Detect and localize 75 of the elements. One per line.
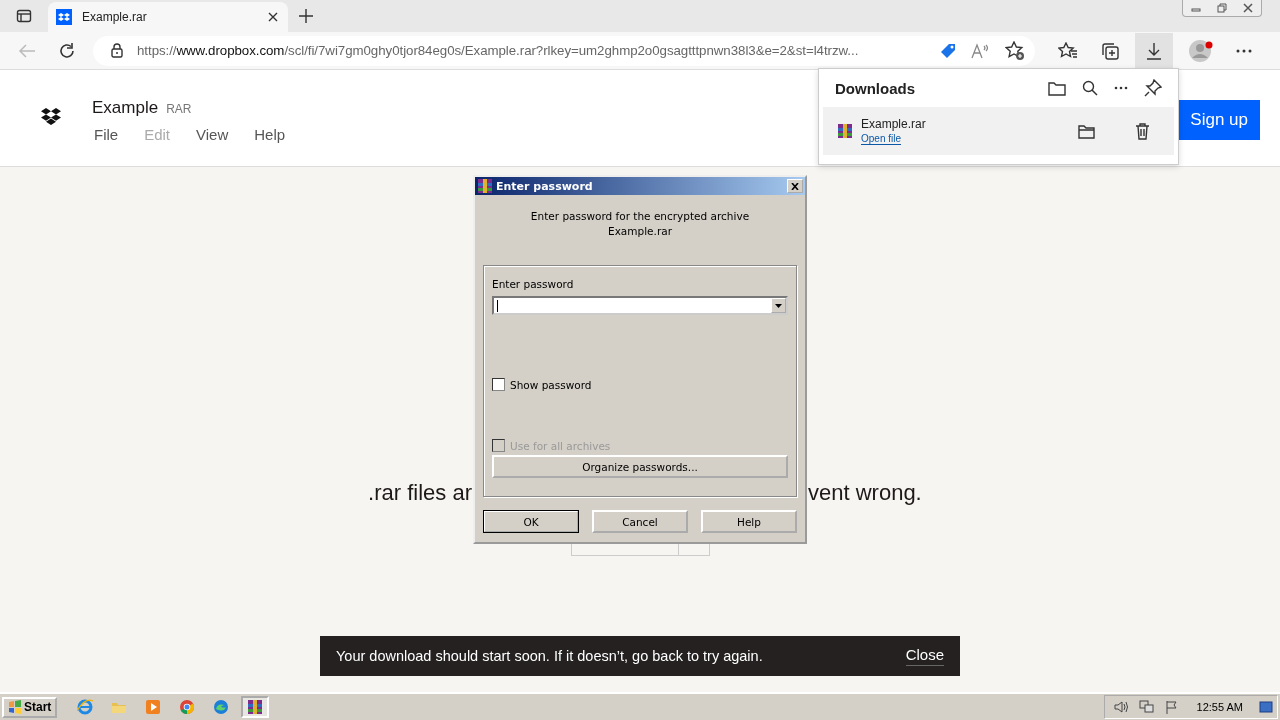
dialog-title: Enter password: [496, 179, 594, 193]
field-label: Enter password: [492, 278, 575, 290]
new-tab-icon[interactable]: [299, 9, 313, 23]
close-icon: [791, 182, 799, 190]
taskbar-app[interactable]: [241, 696, 270, 718]
window-controls[interactable]: [1182, 0, 1262, 17]
browser-icon: [77, 699, 94, 715]
menu-item[interactable]: Help: [254, 125, 286, 143]
network-icon[interactable]: [1138, 700, 1155, 714]
start-label: Start: [24, 700, 52, 714]
tag-icon[interactable]: [939, 41, 957, 60]
browser-tab[interactable]: Example.rar: [48, 2, 288, 32]
dialog-message: Example.rar: [607, 224, 673, 239]
pin-icon[interactable]: [1144, 79, 1162, 97]
close-icon[interactable]: [268, 12, 278, 22]
archive-icon: [837, 123, 853, 139]
media-player-icon: [145, 699, 162, 715]
menu-item[interactable]: File: [94, 125, 119, 143]
file-name: Example.rar: [861, 117, 927, 131]
address-bar[interactable]: https://www.dropbox.com/scl/fi/7wi7gm0ghy0tjor84eg0s/Example.rar?rlkey=um2ghmp2o0gsagtttpnwn38l3&e=2&st=l4trzw...: [93, 35, 1035, 66]
clock: 12:55 AM: [1196, 701, 1243, 713]
refresh-icon[interactable]: [58, 41, 76, 60]
trash-icon[interactable]: [1135, 122, 1150, 140]
downloads-button[interactable]: [1135, 32, 1173, 69]
checkbox-label: Show password: [510, 378, 592, 391]
more-icon[interactable]: [1114, 86, 1128, 90]
folder-icon[interactable]: [1048, 80, 1066, 96]
checkbox[interactable]: [492, 378, 505, 391]
winrar-icon: [247, 699, 264, 715]
folder-icon[interactable]: [1078, 123, 1095, 139]
download-icon: [1146, 41, 1162, 60]
windows-logo-icon: [8, 700, 22, 714]
panel-title: Downloads: [835, 79, 916, 97]
more-icon[interactable]: [1236, 48, 1252, 53]
start-button[interactable]: Start: [2, 696, 58, 718]
chrome-icon: [179, 699, 196, 715]
edge-icon: [213, 699, 230, 715]
close-link[interactable]: Close: [905, 646, 944, 666]
caret-icon: [775, 303, 782, 308]
read-aloud-icon[interactable]: [971, 42, 991, 59]
error-message: vent wrong.: [808, 480, 922, 505]
dialog-button[interactable]: Cancel: [592, 510, 688, 533]
profile-icon[interactable]: [1188, 38, 1214, 63]
dropbox-logo-icon[interactable]: [40, 107, 62, 127]
organize-button[interactable]: Organize passwords...: [492, 455, 788, 478]
open-file-link[interactable]: Open file: [861, 133, 902, 145]
toast-message: Your download should start soon. If it doesn’t, go back to try again.: [336, 648, 763, 664]
tab-actions-icon[interactable]: [16, 8, 32, 24]
collections-icon[interactable]: [1100, 40, 1120, 61]
speaker-icon[interactable]: [1112, 700, 1129, 714]
menu-item[interactable]: View: [196, 125, 229, 143]
close-button[interactable]: [787, 179, 803, 193]
lock-icon: [111, 43, 123, 58]
error-message: .rar files ar: [368, 480, 472, 505]
flag-icon[interactable]: [1164, 700, 1179, 714]
url-text: https://www.dropbox.com/scl/fi/7wi7gm0ghy0tjor84eg0s/Example.rar?rlkey=um2ghmp2o0gsagtttpnwn38l3&e=2&st=l4trzw...: [137, 43, 860, 58]
file-type: RAR: [166, 101, 192, 116]
winrar-icon: [477, 178, 493, 194]
dialog-button[interactable]: OK: [483, 510, 579, 533]
add-favorite-icon[interactable]: [1005, 40, 1025, 61]
dialog-message: Enter password for the encrypted archive: [529, 209, 751, 224]
dialog-button[interactable]: Help: [701, 510, 797, 533]
search-icon[interactable]: [1082, 80, 1098, 96]
show-desktop-icon[interactable]: [1259, 701, 1273, 713]
dropbox-icon: [56, 9, 72, 25]
dropdown-button[interactable]: [771, 298, 786, 313]
tab-title: Example.rar: [82, 10, 148, 24]
checkbox-label: Use for all archives: [510, 439, 611, 452]
restore-icon[interactable]: [1217, 3, 1227, 13]
favorites-icon[interactable]: [1058, 41, 1078, 60]
close-icon[interactable]: [1243, 3, 1253, 13]
sign-up-button[interactable]: Sign up: [1178, 99, 1260, 140]
file-title: Example: [92, 97, 159, 118]
password-field[interactable]: [492, 296, 788, 315]
download-item[interactable]: Example.rar Open file: [823, 107, 1174, 155]
